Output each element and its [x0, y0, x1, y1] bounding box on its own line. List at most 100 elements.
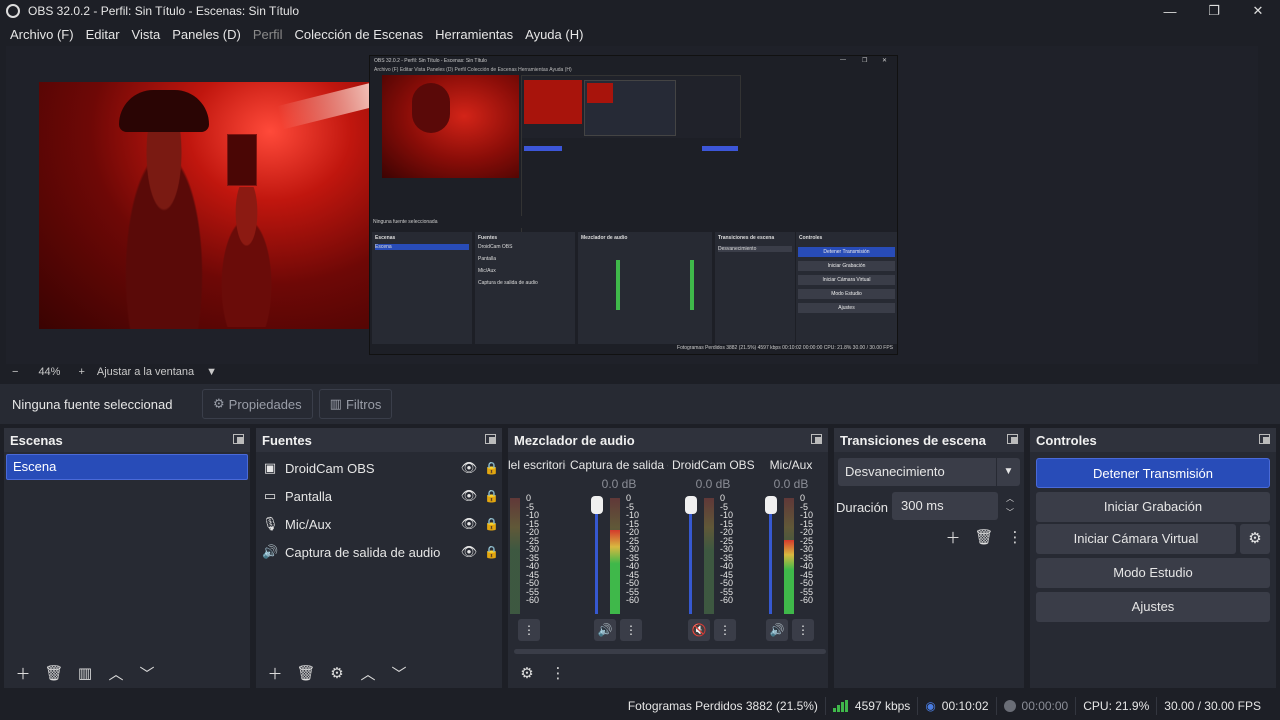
channel-menu-button[interactable]: ⋮	[620, 619, 642, 641]
filter-icon: ▥	[329, 396, 342, 411]
undock-icon[interactable]	[811, 434, 822, 444]
source-item-audio-capture[interactable]: 🔊 Captura de salida de audio 👁 🔒	[262, 539, 499, 565]
menu-tools[interactable]: Herramientas	[429, 27, 519, 42]
advanced-audio-gear-icon[interactable]: ⚙	[514, 660, 540, 686]
scenes-header: Escenas	[4, 428, 250, 452]
camera-source-preview[interactable]	[39, 82, 369, 329]
zoom-dropdown-icon[interactable]: ▼	[206, 366, 217, 378]
zoom-out-button[interactable]: −	[12, 366, 18, 378]
scene-item[interactable]: Escena	[6, 454, 248, 480]
mixer-horizontal-scrollbar[interactable]	[514, 649, 826, 654]
move-scene-down-button[interactable]: ﹀	[134, 660, 160, 686]
menu-edit[interactable]: Editar	[80, 27, 126, 42]
add-source-button[interactable]: ＋	[262, 660, 288, 686]
nested-btn-stream: Detener Transmisión	[798, 247, 895, 257]
start-recording-button[interactable]: Iniciar Grabación	[1036, 492, 1270, 522]
muted-speaker-icon[interactable]: 🔇	[688, 619, 710, 641]
eye-icon[interactable]: 👁	[460, 544, 478, 560]
duration-input[interactable]: 300 ms	[892, 492, 998, 520]
eye-icon[interactable]: 👁	[460, 460, 478, 476]
spin-up-icon[interactable]: ︿	[1000, 492, 1020, 506]
source-properties-button[interactable]: ⚙	[324, 660, 350, 686]
sources-header: Fuentes	[256, 428, 502, 452]
spin-down-icon[interactable]: ﹀	[1000, 506, 1020, 520]
channel-menu-button[interactable]: ⋮	[792, 619, 814, 641]
move-scene-up-button[interactable]: ︿	[103, 660, 129, 686]
virtual-camera-gear-icon[interactable]: ⚙	[1240, 524, 1270, 554]
live-broadcast-icon: ◉	[925, 699, 936, 713]
move-source-up-button[interactable]: ︿	[355, 660, 381, 686]
lock-icon[interactable]: 🔒	[484, 489, 499, 503]
screen-capture-preview[interactable]: OBS 32.0.2 - Perfil: Sin Título - Escena…	[369, 55, 898, 355]
eye-icon[interactable]: 👁	[460, 488, 478, 504]
speaker-icon[interactable]: 🔊	[594, 619, 616, 641]
volume-fader[interactable]	[689, 498, 692, 614]
preview-canvas[interactable]: OBS 32.0.2 - Perfil: Sin Título - Escena…	[6, 46, 1258, 364]
undock-icon[interactable]	[1259, 434, 1270, 444]
transition-select[interactable]: Desvanecimiento ▼	[838, 458, 1020, 486]
close-button[interactable]: ✕	[1236, 0, 1280, 22]
menu-view[interactable]: Vista	[126, 27, 167, 42]
nested-camera	[382, 75, 519, 178]
transition-menu-button[interactable]: ⋮	[1002, 524, 1028, 550]
minimize-button[interactable]: —	[1148, 0, 1192, 22]
volume-fader[interactable]	[769, 498, 772, 614]
nested-close-icon: ✕	[882, 58, 888, 64]
fader-knob[interactable]	[685, 496, 697, 514]
meter-level	[784, 539, 794, 614]
duration-spinner[interactable]: ︿ ﹀	[1000, 492, 1020, 520]
fader-knob[interactable]	[765, 496, 777, 514]
remove-transition-button[interactable]: 🗑	[971, 524, 997, 550]
cpu-usage: CPU: 21.9%	[1075, 697, 1156, 715]
properties-button[interactable]: ⚙ Propiedades	[202, 389, 313, 419]
stop-streaming-button[interactable]: Detener Transmisión	[1036, 458, 1270, 488]
lock-icon[interactable]: 🔒	[484, 461, 499, 475]
filters-button[interactable]: ▥ Filtros	[318, 389, 393, 419]
add-scene-button[interactable]: ＋	[10, 660, 36, 686]
volume-fader[interactable]	[595, 498, 598, 614]
menu-scene-collection[interactable]: Colección de Escenas	[288, 27, 429, 42]
move-source-down-button[interactable]: ﹀	[386, 660, 412, 686]
channel-menu-button[interactable]: ⋮	[714, 619, 736, 641]
filters-label: Filtros	[345, 396, 382, 412]
start-virtual-camera-button[interactable]: Iniciar Cámara Virtual	[1036, 524, 1236, 554]
undock-icon[interactable]	[233, 434, 244, 444]
menu-help[interactable]: Ayuda (H)	[519, 27, 589, 42]
menu-file[interactable]: Archivo (F)	[4, 27, 80, 42]
restore-button[interactable]: ❐	[1192, 0, 1236, 22]
lock-icon[interactable]: 🔒	[484, 517, 499, 531]
mixer-menu-button[interactable]: ⋮	[545, 660, 571, 686]
remove-scene-button[interactable]: 🗑	[41, 660, 67, 686]
nested-inner-camera	[524, 80, 582, 124]
led-strip-light	[276, 82, 369, 130]
mixer-channel-desktop: lel escritorio 0 -5 -10 -15 -20 -25 -30 …	[508, 454, 566, 644]
db-scale: 0 -5 -10 -15 -20 -25 -30 -35 -40 -45 -50…	[526, 493, 540, 605]
chevron-down-icon: ▼	[996, 458, 1020, 486]
remove-source-button[interactable]: 🗑	[293, 660, 319, 686]
nested-scenes-title: Escenas	[375, 235, 396, 241]
source-item-pantalla[interactable]: ▭ Pantalla 👁 🔒	[262, 483, 499, 509]
db-scale: 0 -5 -10 -15 -20 -25 -30 -35 -40 -45 -50…	[800, 493, 814, 605]
undock-icon[interactable]	[485, 434, 496, 444]
studio-mode-button[interactable]: Modo Estudio	[1036, 558, 1270, 588]
undock-icon[interactable]	[1007, 434, 1018, 444]
zoom-fit-label[interactable]: Ajustar a la ventana	[97, 366, 194, 378]
nested-controls-title: Controles	[799, 235, 823, 241]
fader-knob[interactable]	[591, 496, 603, 514]
scene-filters-button[interactable]: ▥	[72, 660, 98, 686]
source-item-droidcam[interactable]: ▣ DroidCam OBS 👁 🔒	[262, 455, 499, 481]
eye-icon[interactable]: 👁	[460, 516, 478, 532]
speaker-icon[interactable]: 🔊	[766, 619, 788, 641]
nested-inner-dock	[522, 138, 742, 246]
settings-button[interactable]: Ajustes	[1036, 592, 1270, 622]
transitions-title: Transiciones de escena	[840, 433, 986, 448]
nested-inner-red	[587, 83, 613, 103]
source-item-mic[interactable]: 🎙 Mic/Aux 👁 🔒	[262, 511, 499, 537]
add-transition-button[interactable]: ＋	[940, 524, 966, 550]
mixer-channel-mic-aux: Mic/Aux 0.0 dB 0 -5 -10 -15 -20 -25 -30 …	[756, 454, 826, 644]
lock-icon[interactable]: 🔒	[484, 545, 499, 559]
menu-profile[interactable]: Perfil	[247, 27, 289, 42]
channel-menu-button[interactable]: ⋮	[518, 619, 540, 641]
zoom-in-button[interactable]: +	[78, 366, 84, 378]
menu-docks[interactable]: Paneles (D)	[166, 27, 247, 42]
